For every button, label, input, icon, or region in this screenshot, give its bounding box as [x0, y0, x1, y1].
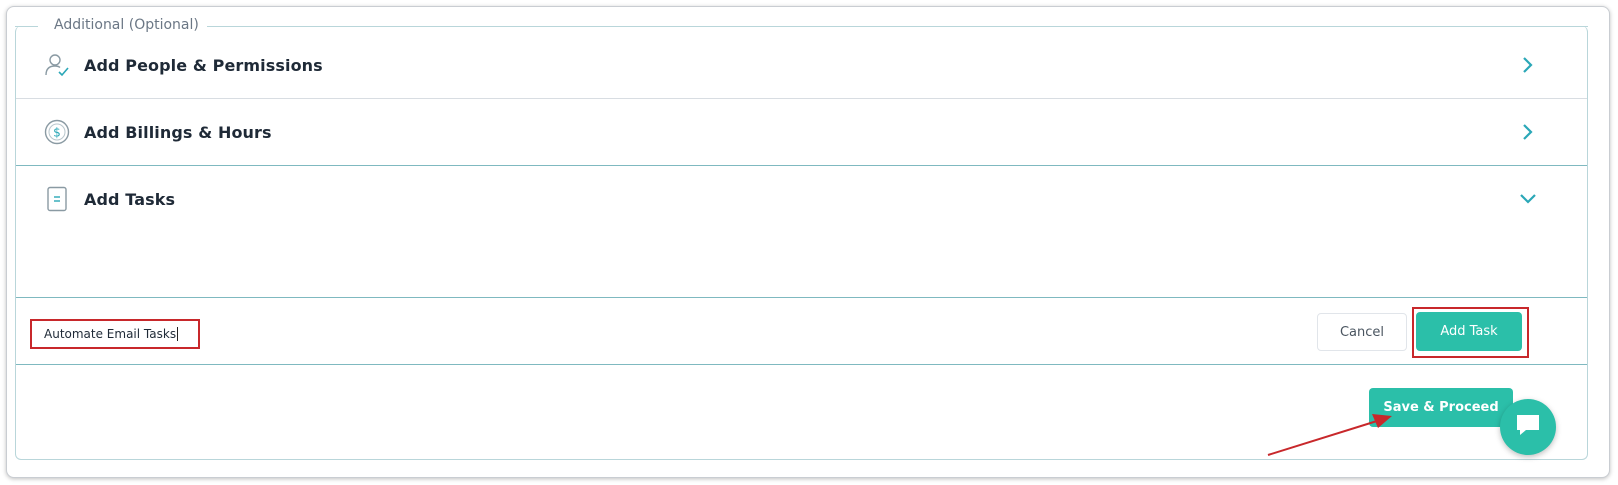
chat-bubble-icon	[1514, 412, 1542, 442]
annotation-arrow	[1267, 414, 1392, 456]
chat-button[interactable]	[1500, 399, 1556, 455]
